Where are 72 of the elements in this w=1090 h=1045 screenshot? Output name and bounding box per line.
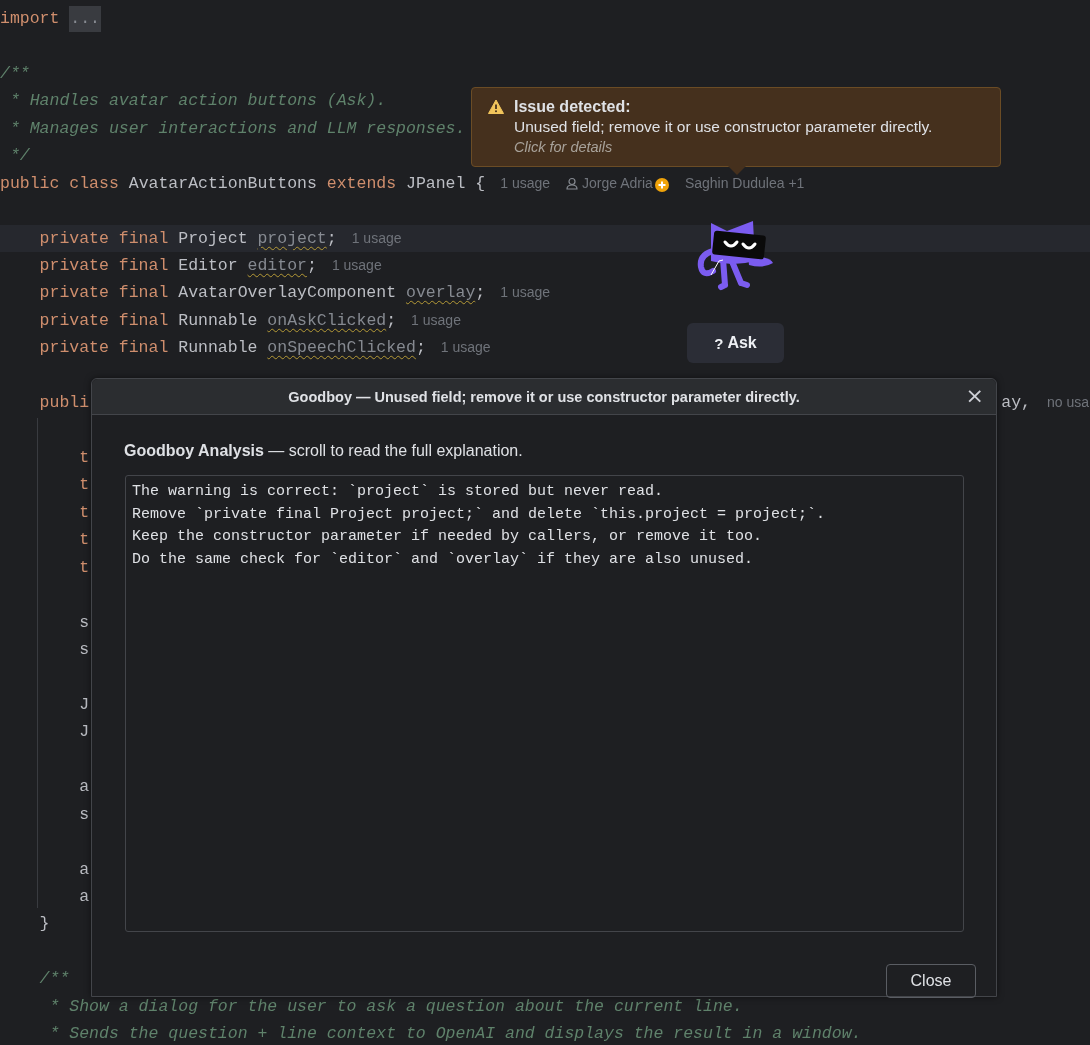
- code-text: t: [78, 447, 90, 469]
- code-comment: /**: [38, 968, 70, 991]
- code-comment: * Handles avatar action buttons (Ask).: [8, 90, 387, 113]
- code-text: Project: [178, 227, 249, 250]
- code-text: ay,: [1001, 392, 1031, 415]
- inlay-hint[interactable]: 1 usage: [500, 169, 551, 198]
- code-text: ;: [475, 282, 486, 305]
- inlay-hint[interactable]: 1 usage: [440, 334, 491, 362]
- code-text: ;: [326, 227, 337, 250]
- question-icon: ?: [714, 334, 724, 352]
- code-text: Editor: [178, 254, 239, 277]
- code-comment: */: [8, 145, 30, 168]
- code-text: J: [78, 693, 90, 716]
- code-text: ;: [415, 337, 426, 360]
- code-comment: /**: [0, 62, 30, 85]
- code-text: private final: [38, 254, 170, 277]
- code-text: public class: [0, 172, 120, 195]
- code-text: AvatarOverlayComponent: [178, 282, 398, 305]
- code-text: private final: [38, 309, 170, 332]
- code-text: J: [78, 721, 90, 744]
- inlay-hint[interactable]: 1 usage: [500, 279, 551, 307]
- code-text: t: [78, 529, 90, 552]
- unused-field-name: project: [257, 227, 327, 250]
- inlay-hint[interactable]: Saghin Dudulea +1: [684, 169, 805, 198]
- code-text: JPanel {: [406, 172, 486, 195]
- dialog-title: Goodboy — Unused field; remove it or use constructor parameter directly.: [288, 388, 800, 405]
- unused-field-name: onAskClicked: [267, 309, 387, 332]
- close-button[interactable]: Close: [886, 964, 976, 998]
- person-icon: [566, 176, 579, 190]
- code-text: private final: [38, 227, 170, 250]
- code-comment: * Manages user interactions and LLM responses.: [8, 117, 466, 140]
- code-comment: * Sends the question + line context to OpenAI and displays the result in a window.: [48, 1023, 862, 1045]
- code-text: import: [0, 8, 61, 30]
- code-text: t: [78, 556, 90, 579]
- explanation-field[interactable]: The warning is correct: `project` is stored but never read. Remove `private final Project project;` and delete `this.project = project;`. Keep the constructor parameter if needed by callers, or remove it too. Do the same check for `editor` and `overlay` if they are also unused.: [125, 475, 964, 932]
- code-text: AvatarActionButtons: [128, 172, 318, 195]
- unused-field-name: overlay: [406, 282, 476, 305]
- details-link[interactable]: Click for details: [514, 138, 933, 156]
- tooltip-title: Issue detected:: [514, 97, 632, 116]
- code-text: a: [78, 886, 90, 908]
- warning-icon: [488, 99, 504, 115]
- inlay-hint[interactable]: 1 usage: [351, 224, 402, 252]
- code-text: s: [78, 639, 90, 662]
- author-hint[interactable]: Jorge Adria: [582, 169, 653, 198]
- tooltip-pointer: [728, 166, 746, 175]
- code-text: ;: [306, 254, 317, 277]
- inlay-hint[interactable]: 1 usage: [411, 306, 461, 335]
- code-text: a: [78, 776, 90, 799]
- code-text: Runnable: [178, 337, 259, 360]
- close-button[interactable]: ×: [961, 384, 988, 408]
- plus-badge-icon: [654, 178, 669, 193]
- code-text: t: [78, 474, 90, 497]
- tooltip-message: Unused field; remove it or use constructor parameter directly.: [514, 117, 933, 137]
- code-text: extends: [326, 172, 398, 195]
- code-text: Runnable: [178, 309, 259, 332]
- code-text: s: [78, 803, 90, 826]
- unused-field-name: onSpeechClicked: [267, 337, 416, 360]
- inlay-hint[interactable]: no usa: [1046, 389, 1089, 417]
- code-text: publi: [38, 392, 90, 415]
- code-text: t: [78, 501, 90, 524]
- ask-button[interactable]: ? Ask: [687, 323, 784, 363]
- code-text: s: [78, 611, 90, 634]
- code-text: a: [78, 858, 90, 881]
- folded-imports[interactable]: ...: [69, 5, 102, 32]
- code-text: private final: [38, 282, 170, 305]
- inlay-hint[interactable]: 1 usage: [331, 251, 382, 280]
- dialog-heading: Goodboy Analysis — scroll to read the full explanation.: [124, 441, 524, 461]
- unused-field-name: editor: [247, 254, 307, 277]
- code-text: }: [38, 913, 50, 936]
- code-text: ;: [386, 309, 397, 332]
- code-text: private final: [38, 337, 170, 360]
- code-comment: * Show a dialog for the user to ask a question about the current line.: [48, 995, 743, 1018]
